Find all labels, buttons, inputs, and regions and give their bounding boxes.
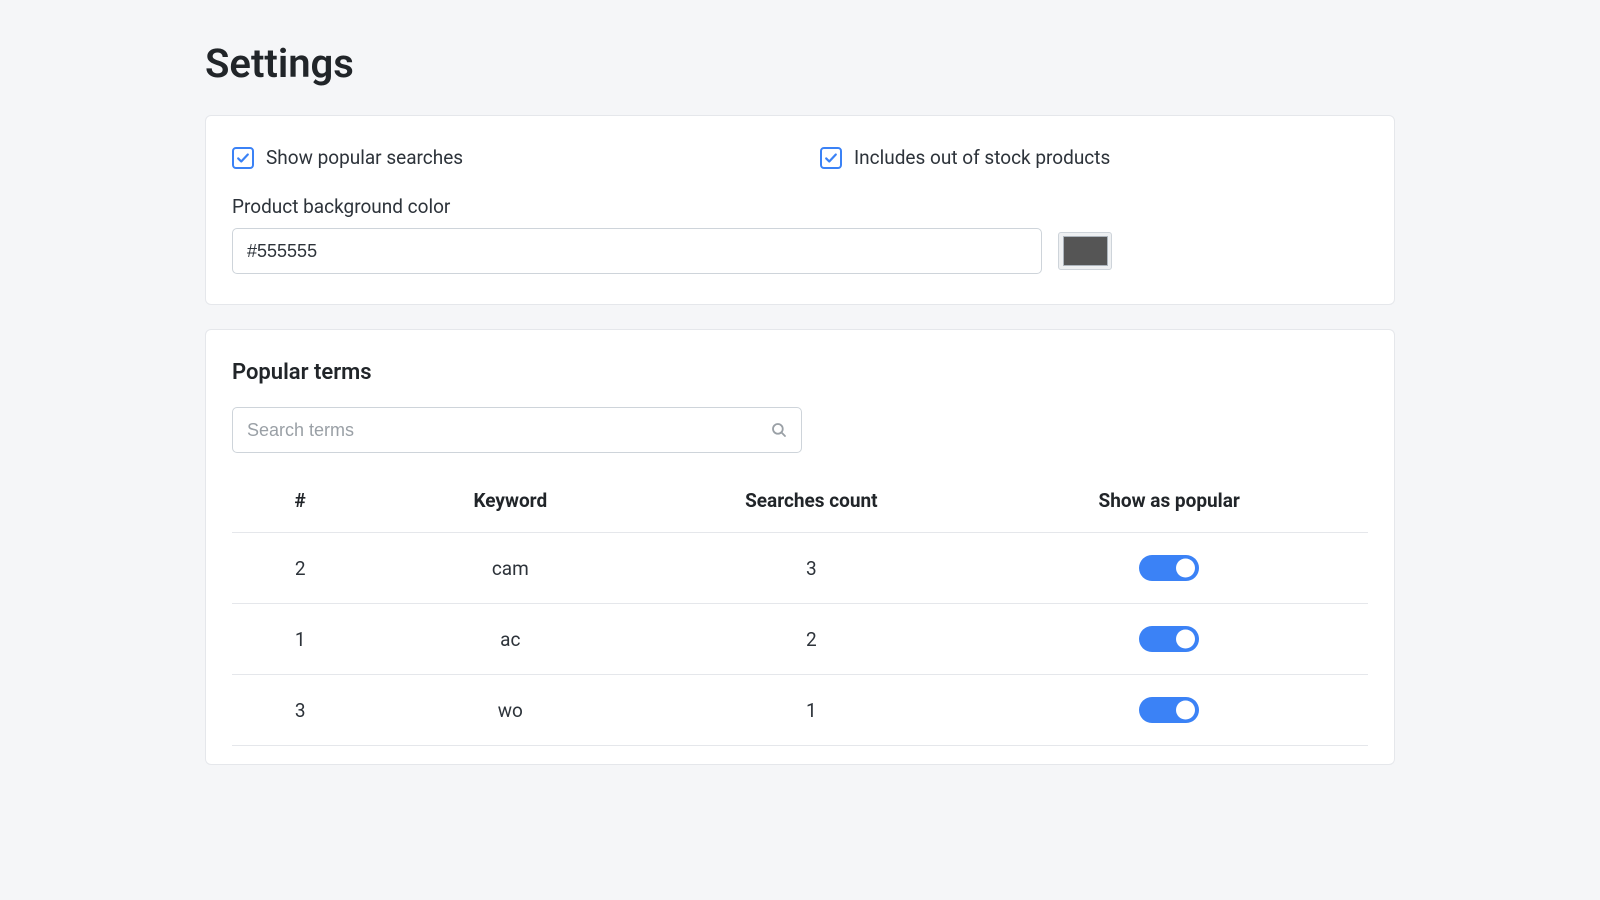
show-as-popular-toggle[interactable]	[1139, 697, 1199, 723]
cell-popular	[970, 604, 1368, 675]
include-oos-label: Includes out of stock products	[854, 146, 1110, 169]
show-popular-checkbox[interactable]: Show popular searches	[232, 146, 463, 169]
popular-terms-title: Popular terms	[232, 360, 1368, 385]
col-keyword: Keyword	[368, 477, 652, 533]
toggle-knob-icon	[1176, 559, 1195, 578]
bg-color-input[interactable]	[232, 228, 1042, 274]
cell-popular	[970, 533, 1368, 604]
cell-count: 3	[652, 533, 970, 604]
cell-count: 2	[652, 604, 970, 675]
search-terms-input[interactable]	[232, 407, 802, 453]
cell-index: 3	[232, 675, 368, 746]
bg-color-label: Product background color	[232, 195, 1368, 218]
table-row: 1ac2	[232, 604, 1368, 675]
col-index: #	[232, 477, 368, 533]
cell-popular	[970, 675, 1368, 746]
checkbox-checked-icon	[232, 147, 254, 169]
show-as-popular-toggle[interactable]	[1139, 555, 1199, 581]
checkbox-checked-icon	[820, 147, 842, 169]
table-row: 3wo1	[232, 675, 1368, 746]
popular-terms-card: Popular terms # Keyword Searches count S…	[205, 329, 1395, 765]
cell-keyword: cam	[368, 533, 652, 604]
show-popular-label: Show popular searches	[266, 146, 463, 169]
cell-keyword: wo	[368, 675, 652, 746]
cell-index: 2	[232, 533, 368, 604]
col-count: Searches count	[652, 477, 970, 533]
popular-terms-table: # Keyword Searches count Show as popular…	[232, 477, 1368, 746]
table-row: 2cam3	[232, 533, 1368, 604]
col-popular: Show as popular	[970, 477, 1368, 533]
settings-card: Show popular searches Includes out of st…	[205, 115, 1395, 305]
color-swatch-icon	[1063, 236, 1108, 266]
search-icon	[770, 421, 788, 439]
page-title: Settings	[205, 40, 1395, 87]
show-as-popular-toggle[interactable]	[1139, 626, 1199, 652]
toggle-knob-icon	[1176, 630, 1195, 649]
cell-index: 1	[232, 604, 368, 675]
cell-keyword: ac	[368, 604, 652, 675]
bg-color-picker[interactable]	[1058, 232, 1112, 270]
cell-count: 1	[652, 675, 970, 746]
include-oos-checkbox[interactable]: Includes out of stock products	[820, 146, 1110, 169]
toggle-knob-icon	[1176, 701, 1195, 720]
